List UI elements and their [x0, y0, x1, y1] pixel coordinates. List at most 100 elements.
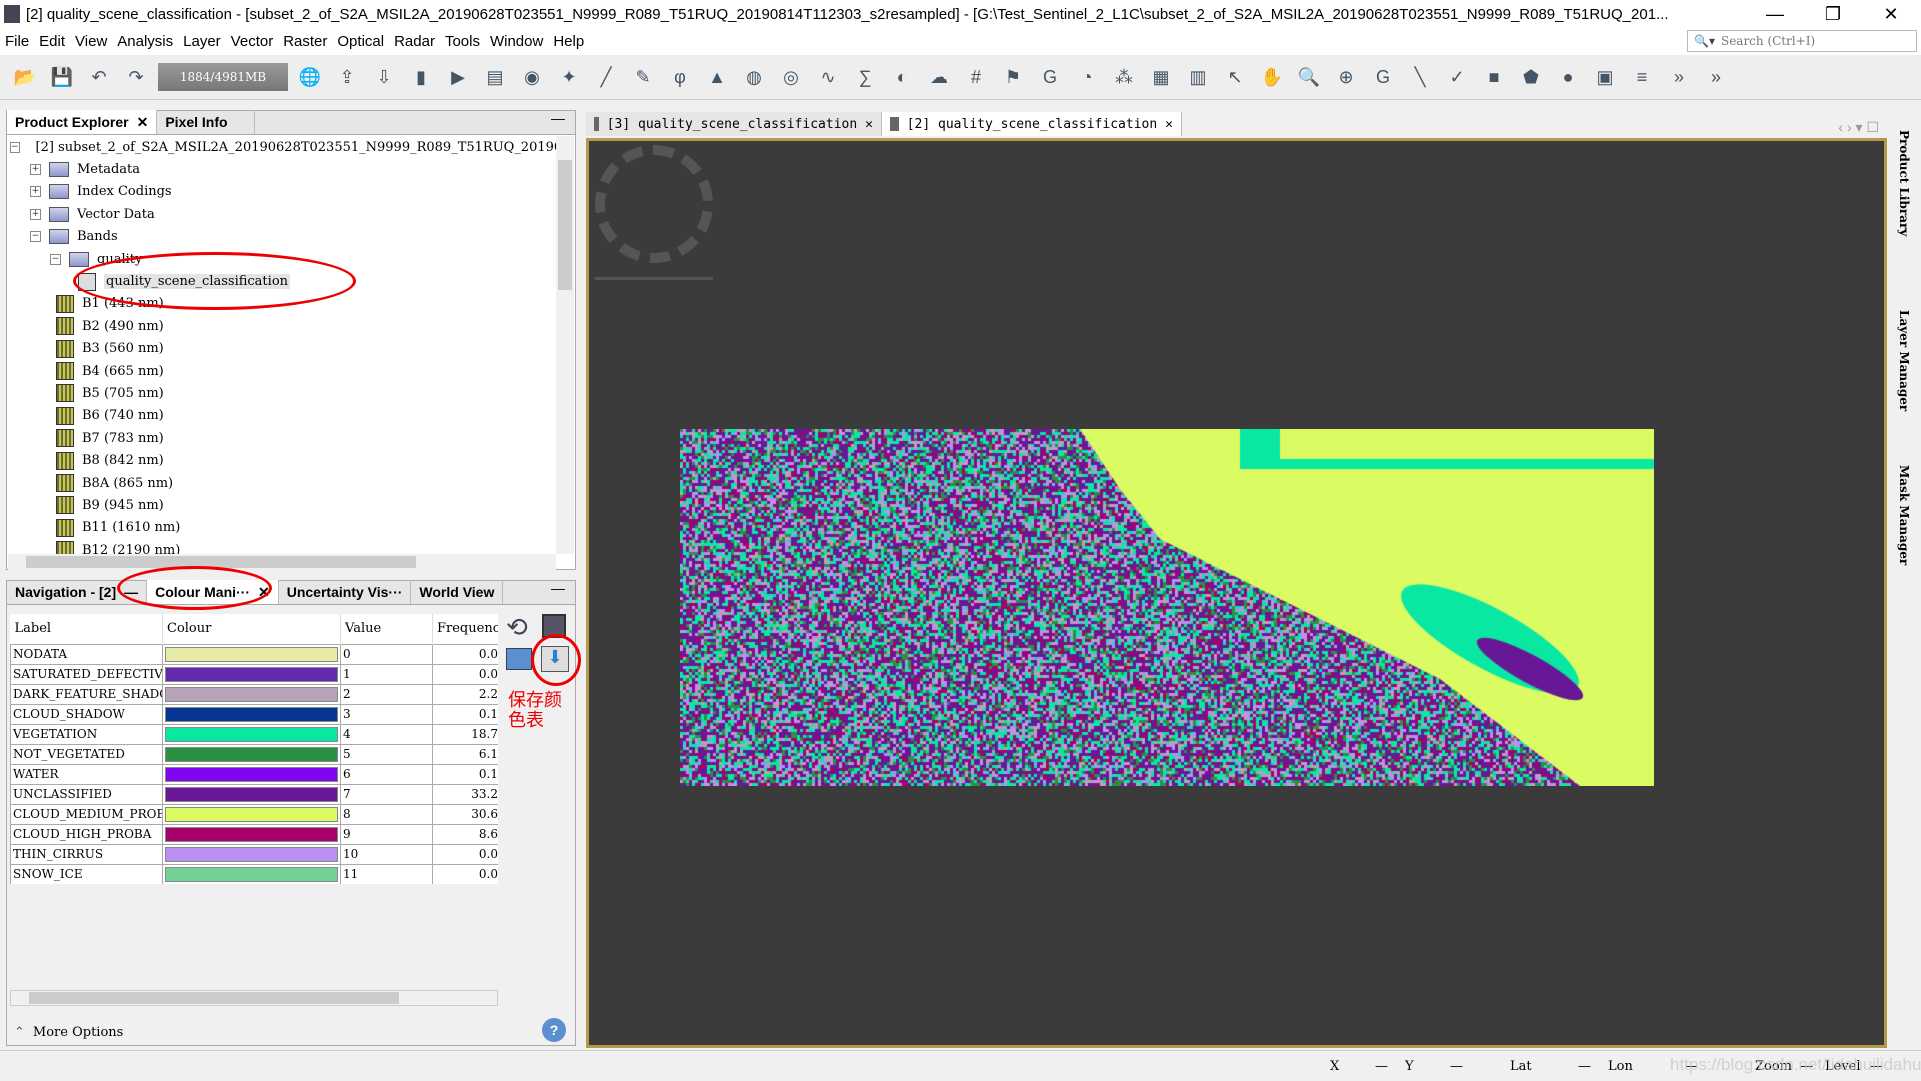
colour-swatch[interactable]	[165, 747, 338, 762]
table-row[interactable]: NOT_VEGETATED 5 6.1	[11, 744, 499, 764]
colour-swatch[interactable]	[165, 767, 338, 782]
table-horizontal-scrollbar[interactable]	[10, 990, 498, 1006]
network-icon[interactable]: ▦	[1146, 62, 1176, 92]
undo-icon[interactable]: ↶	[84, 62, 114, 92]
value-cell[interactable]: 1	[341, 664, 433, 684]
menu-raster[interactable]: Raster	[283, 33, 327, 50]
pin-icon[interactable]: ⚑	[998, 62, 1028, 92]
scatter-icon[interactable]: ◍	[739, 62, 769, 92]
menu-help[interactable]: Help	[553, 33, 584, 50]
ellipse-icon[interactable]: ●	[1553, 62, 1583, 92]
tree-folder[interactable]: + Index Codings	[8, 181, 556, 203]
view-tab-controls[interactable]: ‹ › ▾ ☐	[1182, 119, 1887, 136]
tree-band[interactable]: B2 (490 nm)	[8, 315, 556, 337]
column-header[interactable]: Value	[341, 614, 433, 644]
spectrum-icon[interactable]: φ	[665, 62, 695, 92]
product-library-tab[interactable]: Product Library	[1897, 130, 1911, 236]
layer-manager-tab[interactable]: Layer Manager	[1897, 310, 1911, 411]
menu-window[interactable]: Window	[490, 33, 543, 50]
restore-button[interactable]: ❐	[1804, 4, 1862, 25]
tab-world-view[interactable]: World View	[411, 580, 503, 604]
value-cell[interactable]: 6	[341, 764, 433, 784]
tab-view-2[interactable]: [2] quality_scene_classification ✕	[882, 112, 1182, 136]
label-cell[interactable]: SATURATED_DEFECTIVE	[11, 664, 163, 684]
colour-cell[interactable]	[163, 684, 341, 704]
value-cell[interactable]: 3	[341, 704, 433, 724]
polygon-icon[interactable]: ⬟	[1516, 62, 1546, 92]
label-cell[interactable]: CLOUD_HIGH_PROBA	[11, 824, 163, 844]
minimize-panel-icon[interactable]: —	[503, 580, 575, 604]
tab-view-3[interactable]: [3] quality_scene_classification ✕	[586, 112, 882, 136]
colour-swatch[interactable]	[165, 787, 338, 802]
label-cell[interactable]: VEGETATION	[11, 724, 163, 744]
colour-cell[interactable]	[163, 844, 341, 864]
colour-cell[interactable]	[163, 764, 341, 784]
gcp-icon[interactable]: G	[1035, 62, 1065, 92]
colour-swatch[interactable]	[165, 827, 338, 842]
tree-band[interactable]: B4 (665 nm)	[8, 360, 556, 382]
minimize-button[interactable]: —	[1746, 4, 1804, 25]
range-finder-icon[interactable]: ▣	[1590, 62, 1620, 92]
table-row[interactable]: THIN_CIRRUS 10 0.0	[11, 844, 499, 864]
colour-swatch[interactable]	[165, 727, 338, 742]
table-row[interactable]: CLOUD_MEDIUM_PROBA 8 30.6	[11, 804, 499, 824]
tab-uncertainty[interactable]: Uncertainty Vis···	[279, 580, 412, 604]
tree-band[interactable]: B8 (842 nm)	[8, 449, 556, 471]
line-icon[interactable]: ╲	[1405, 62, 1435, 92]
value-cell[interactable]: 11	[341, 864, 433, 884]
label-cell[interactable]: NOT_VEGETATED	[11, 744, 163, 764]
colour-cell[interactable]	[163, 664, 341, 684]
image-view[interactable]	[586, 138, 1887, 1048]
column-header[interactable]: Label	[11, 614, 163, 644]
plot-icon[interactable]: ╱	[591, 62, 621, 92]
tree-folder[interactable]: + Vector Data	[8, 203, 556, 225]
gcp-tool-icon[interactable]: G	[1368, 62, 1398, 92]
chart-icon[interactable]: ▮	[406, 62, 436, 92]
menu-view[interactable]: View	[75, 33, 107, 50]
help-icon[interactable]: ?	[542, 1018, 566, 1042]
pan-icon[interactable]: ✋	[1257, 62, 1287, 92]
colour-swatch[interactable]	[165, 647, 338, 662]
column-header[interactable]: Frequency	[433, 614, 499, 644]
tree-band[interactable]: B11 (1610 nm)	[8, 517, 556, 539]
tab-product-explorer[interactable]: Product Explorer ✕	[7, 110, 157, 134]
menu-vector[interactable]: Vector	[231, 33, 274, 50]
magic-icon[interactable]: ✦	[554, 62, 584, 92]
mask-icon[interactable]: ◐	[887, 62, 917, 92]
value-cell[interactable]: 5	[341, 744, 433, 764]
colour-swatch[interactable]	[165, 847, 338, 862]
table-row[interactable]: DARK_FEATURE_SHADOW 22.2	[11, 684, 499, 704]
band-maths-icon[interactable]: ▶	[443, 62, 473, 92]
label-cell[interactable]: CLOUD_SHADOW	[11, 704, 163, 724]
label-cell[interactable]: NODATA	[11, 644, 163, 664]
more-icon[interactable]: ≡	[1627, 62, 1657, 92]
value-cell[interactable]: 8	[341, 804, 433, 824]
reset-icon[interactable]: ⟲	[506, 612, 528, 643]
tie-point-icon[interactable]: ◔	[1072, 62, 1102, 92]
label-cell[interactable]: THIN_CIRRUS	[11, 844, 163, 864]
tab-pixel-info[interactable]: Pixel Info	[157, 110, 255, 134]
sum-icon[interactable]: ∑	[850, 62, 880, 92]
value-cell[interactable]: 7	[341, 784, 433, 804]
menu-layer[interactable]: Layer	[183, 33, 221, 50]
grid-icon[interactable]: #	[961, 62, 991, 92]
draw-icon[interactable]: ✎	[628, 62, 658, 92]
colour-cell[interactable]	[163, 644, 341, 664]
tree-band[interactable]: B3 (560 nm)	[8, 338, 556, 360]
value-cell[interactable]: 10	[341, 844, 433, 864]
stack-icon[interactable]: ▥	[1183, 62, 1213, 92]
colour-cell[interactable]	[163, 744, 341, 764]
colour-cell[interactable]	[163, 864, 341, 884]
colour-swatch[interactable]	[165, 867, 338, 882]
menu-optical[interactable]: Optical	[337, 33, 384, 50]
rect-icon[interactable]: ■	[1479, 62, 1509, 92]
label-cell[interactable]: CLOUD_MEDIUM_PROBA	[11, 804, 163, 824]
globe-icon[interactable]: 🌐	[295, 62, 325, 92]
colour-cell[interactable]	[163, 824, 341, 844]
label-cell[interactable]: SNOW_ICE	[11, 864, 163, 884]
menu-file[interactable]: File	[5, 33, 29, 50]
tree-band[interactable]: B6 (740 nm)	[8, 405, 556, 427]
more3-icon[interactable]: »	[1701, 62, 1731, 92]
table-row[interactable]: NODATA 0 0.0	[11, 644, 499, 664]
colour-cell[interactable]	[163, 784, 341, 804]
